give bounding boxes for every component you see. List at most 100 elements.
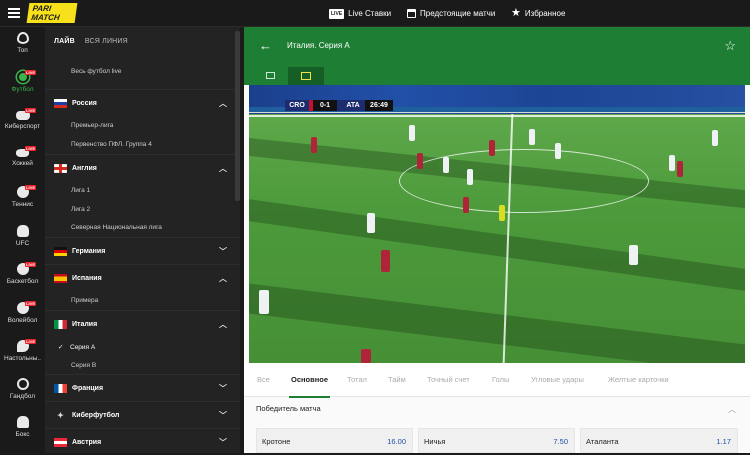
sports-sidebar: Топ LIVE Футбол LIVE Киберспорт LIVE Хок… (0, 27, 45, 453)
boxing-glove-icon (16, 416, 29, 428)
leagues-scrollbar[interactable] (235, 31, 240, 201)
league-item[interactable]: Лига 2 (45, 206, 240, 213)
flag-germany (54, 246, 67, 256)
sport-esports[interactable]: LIVE Киберспорт (0, 106, 45, 144)
player (529, 129, 535, 145)
tab-live[interactable]: ЛАЙВ (54, 38, 75, 45)
player (669, 155, 675, 171)
country-austria[interactable]: Австрия ﹀ (45, 428, 240, 455)
tab-yellow-cards[interactable]: Желтые карточки (608, 375, 669, 384)
scoreboard-icon (266, 72, 275, 79)
all-football-live-link[interactable]: Весь футбол live (45, 68, 240, 75)
chevron-up-icon: ︿ (219, 319, 227, 329)
chevron-up-icon: ︿ (219, 163, 227, 173)
league-item-selected[interactable]: ✓ Серия А (45, 343, 240, 351)
tab-corners[interactable]: Угловые удары (531, 375, 584, 384)
player (311, 137, 317, 153)
nav-live-bets[interactable]: LIVE Live Ставки (329, 0, 391, 27)
center-circle (399, 149, 649, 213)
flag-england (54, 163, 67, 173)
player (259, 290, 269, 314)
sport-boxing[interactable]: Бокс (0, 413, 45, 451)
sport-basketball[interactable]: LIVE Баскетбол (0, 260, 45, 298)
sport-top[interactable]: Топ (0, 29, 45, 67)
chevron-up-icon[interactable]: ︿ (728, 404, 736, 415)
match-header: ← Италия. Серия А ☆ (244, 27, 750, 67)
country-germany[interactable]: Германия ﹀ (45, 237, 240, 264)
chevron-down-icon: ﹀ (219, 383, 227, 393)
sport-volleyball[interactable]: LIVE Волейбол (0, 299, 45, 337)
live-badge: LIVE (25, 185, 36, 190)
menu-icon[interactable] (8, 8, 20, 18)
market-title: Победитель матча (256, 404, 321, 413)
video-icon (301, 72, 311, 80)
scoreboard-overlay: CRO 0-1 ATA 26:49 (285, 100, 393, 111)
country-france[interactable]: Франция ﹀ (45, 374, 240, 401)
chevron-up-icon: ︿ (219, 98, 227, 108)
player (381, 250, 390, 272)
country-england[interactable]: Англия ︿ (45, 154, 240, 181)
player (409, 125, 415, 141)
nav-upcoming-matches[interactable]: Предстоящие матчи (407, 0, 495, 27)
chevron-up-icon: ︿ (219, 273, 227, 283)
chevron-down-icon: ﹀ (219, 246, 227, 256)
chevron-down-icon: ﹀ (219, 437, 227, 447)
flame-icon (16, 32, 29, 44)
match-panel: ← Италия. Серия А ☆ CRO 0-1 ATA 26:49 Вс… (244, 27, 750, 453)
match-title: Италия. Серия А (287, 41, 350, 50)
odds-button-home[interactable]: Кротоне 16.00 (256, 428, 413, 453)
tab-exact-score[interactable]: Точный счет (427, 375, 470, 384)
player (367, 213, 375, 233)
league-item[interactable]: Серия В (45, 362, 240, 369)
country-russia[interactable]: Россия ︿ (45, 89, 240, 116)
player (712, 130, 718, 146)
sport-football[interactable]: LIVE Футбол (0, 68, 45, 106)
chevron-down-icon: ﹀ (219, 410, 227, 420)
sport-tennis[interactable]: LIVE Теннис (0, 183, 45, 221)
live-badge: LIVE (25, 262, 36, 267)
live-badge: LIVE (25, 108, 36, 113)
back-arrow-icon[interactable]: ← (259, 39, 272, 52)
player (629, 245, 638, 265)
parimatch-logo[interactable]: PARI MATCH (26, 3, 78, 23)
tab-total[interactable]: Тотал (347, 375, 367, 384)
league-item[interactable]: Примера (45, 297, 240, 304)
tab-all-line[interactable]: ВСЯ ЛИНИЯ (85, 38, 128, 45)
sport-handball[interactable]: Гандбол (0, 375, 45, 413)
odds-button-draw[interactable]: Ничья 7.50 (418, 428, 575, 453)
player (417, 153, 423, 169)
live-video-stream[interactable]: CRO 0-1 ATA 26:49 (249, 85, 745, 363)
tab-goals[interactable]: Голы (492, 375, 509, 384)
flag-russia (54, 98, 67, 108)
sport-ufc[interactable]: UFC (0, 222, 45, 260)
live-tv-icon: LIVE (329, 8, 345, 19)
sport-hockey[interactable]: LIVE Хоккей (0, 144, 45, 182)
leagues-tabs: ЛАЙВ ВСЯ ЛИНИЯ (45, 27, 240, 55)
view-tabs (244, 67, 750, 85)
scoreboard-tab[interactable] (252, 67, 288, 85)
sport-table-tennis[interactable]: LIVE Настольны.. (0, 337, 45, 375)
league-item[interactable]: Первенство ПФЛ. Группа 4 (45, 141, 240, 148)
league-item[interactable]: Премьер-лига (45, 122, 240, 129)
live-badge: LIVE (25, 146, 36, 151)
flag-austria (54, 437, 67, 447)
tab-all[interactable]: Все (257, 375, 270, 384)
nav-favorites[interactable]: ★ Избранное (511, 0, 565, 27)
favorite-star-icon[interactable]: ☆ (724, 39, 736, 52)
player (443, 157, 449, 173)
tab-half[interactable]: Тайм (388, 375, 406, 384)
handball-icon (16, 378, 29, 390)
player (677, 161, 683, 177)
country-spain[interactable]: Испания ︿ (45, 264, 240, 291)
player (467, 169, 473, 185)
odds-button-away[interactable]: Аталанта 1.17 (580, 428, 738, 453)
league-item[interactable]: Северная Национальная лига (45, 224, 240, 231)
player (463, 197, 469, 213)
country-cyberfootball[interactable]: ✦ Киберфутбол ﹀ (45, 401, 240, 428)
video-tab[interactable] (288, 67, 324, 85)
tab-main[interactable]: Основное (288, 375, 331, 398)
country-italy[interactable]: Италия ︿ (45, 310, 240, 337)
bet-tabs: Все Основное Тотал Тайм Точный счет Голы… (244, 363, 750, 398)
star-icon: ★ (511, 7, 521, 19)
league-item[interactable]: Лига 1 (45, 187, 240, 194)
